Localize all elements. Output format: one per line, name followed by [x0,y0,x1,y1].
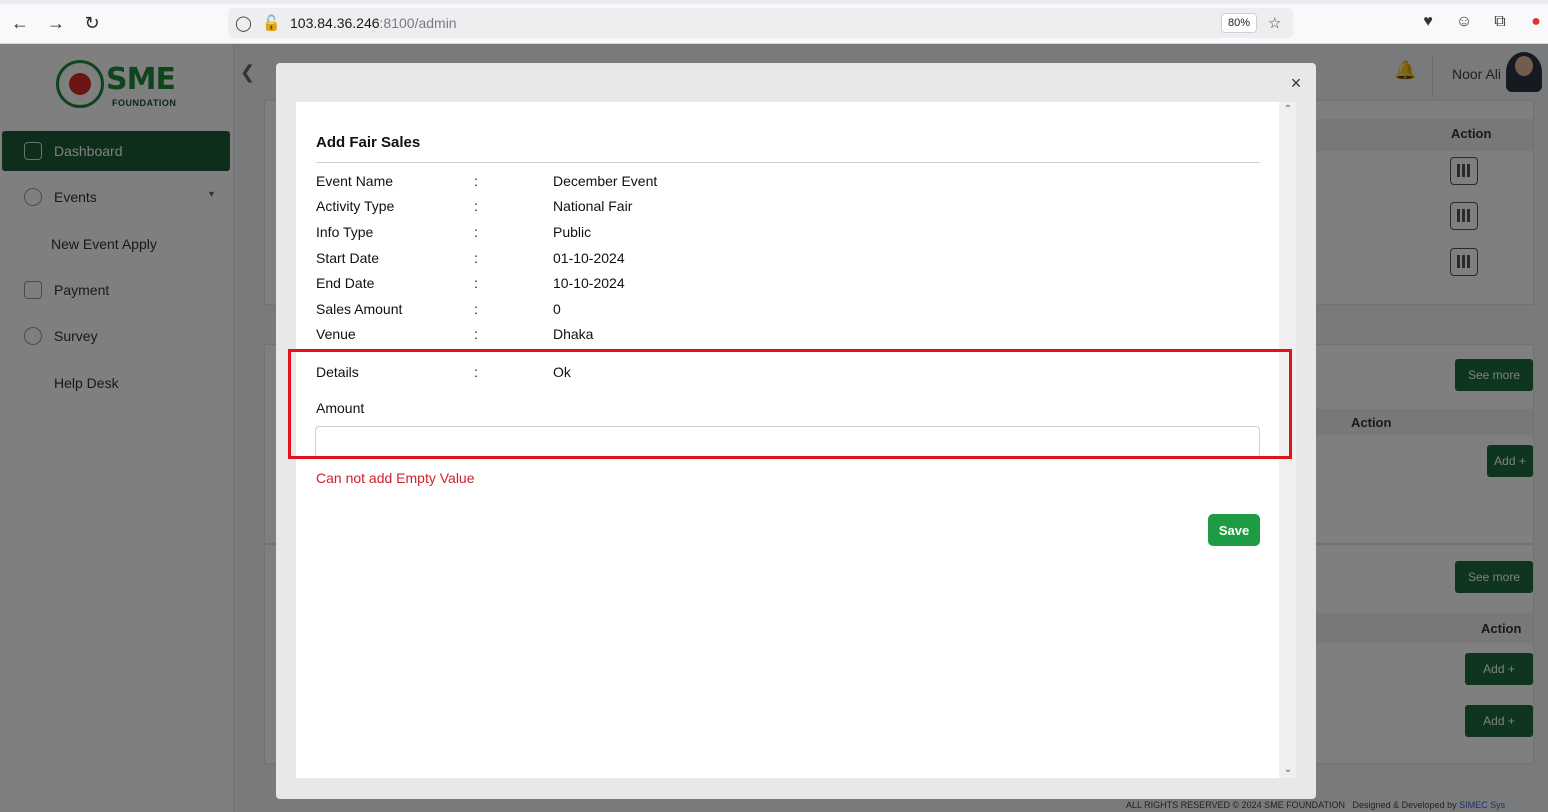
field-separator: : [474,275,478,291]
field-separator: : [474,173,478,189]
url-text[interactable]: 103.84.36.246:8100/admin [290,15,457,31]
field-label: Event Name [316,173,394,189]
field-label: End Date [316,275,375,291]
extension-badge-icon[interactable]: ● [1526,12,1546,32]
insecure-lock-icon[interactable]: 🔓 [262,14,281,32]
address-bar[interactable]: ◯ 🔓 103.84.36.246:8100/admin 80% ☆ [228,8,1293,38]
field-value: December Event [553,173,658,189]
browser-toolbar: ← → ↻ ◯ 🔓 103.84.36.246:8100/admin 80% ☆… [0,0,1548,44]
field-value: National Fair [553,198,633,214]
field-value: Dhaka [553,326,594,342]
chevron-down-icon[interactable]: ⌄ [1282,764,1294,776]
extensions-icon[interactable]: ⧉ [1490,12,1510,32]
field-label: Sales Amount [316,301,403,317]
tab-strip [0,0,1548,4]
field-separator: : [474,198,478,214]
add-fair-sales-modal: × ⌃ ⌄ Add Fair Sales Event Name : Decemb… [276,63,1316,799]
field-separator: : [474,224,478,240]
field-label: Venue [316,326,356,342]
field-label: Info Type [316,224,374,240]
pocket-icon[interactable]: ♥ [1418,12,1438,32]
validation-error: Can not add Empty Value [316,470,475,486]
field-value: Public [553,224,592,240]
info-row-activity-type: Activity Type : National Fair [316,198,1260,218]
back-arrow-icon[interactable]: ← [9,12,31,34]
field-separator: : [474,250,478,266]
field-value: 01-10-2024 [553,250,625,266]
info-row-event-name: Event Name : December Event [316,173,1260,193]
save-button[interactable]: Save [1208,514,1260,546]
url-path: :8100/admin [379,15,457,31]
forward-arrow-icon[interactable]: → [45,12,67,34]
modal-title: Add Fair Sales [316,134,421,151]
shield-icon[interactable]: ◯ [235,14,252,32]
error-highlight-box [288,349,1292,459]
field-separator: : [474,301,478,317]
field-value: 10-10-2024 [553,275,625,291]
info-row-end-date: End Date : 10-10-2024 [316,275,1260,295]
zoom-level-badge[interactable]: 80% [1221,13,1257,33]
url-host: 103.84.36.246 [290,15,380,31]
close-icon[interactable]: × [1287,74,1305,92]
field-separator: : [474,326,478,342]
info-row-info-type: Info Type : Public [316,224,1260,244]
account-icon[interactable]: ☺ [1454,12,1474,32]
chevron-up-icon[interactable]: ⌃ [1282,104,1294,116]
info-row-sales-amount: Sales Amount : 0 [316,301,1260,321]
divider [316,162,1260,163]
field-label: Start Date [316,250,380,266]
info-row-venue: Venue : Dhaka [316,326,1260,346]
bookmark-star-icon[interactable]: ☆ [1268,14,1281,32]
field-label: Activity Type [316,198,395,214]
field-value: 0 [553,301,561,317]
info-row-start-date: Start Date : 01-10-2024 [316,250,1260,270]
reload-icon[interactable]: ↻ [81,12,103,34]
